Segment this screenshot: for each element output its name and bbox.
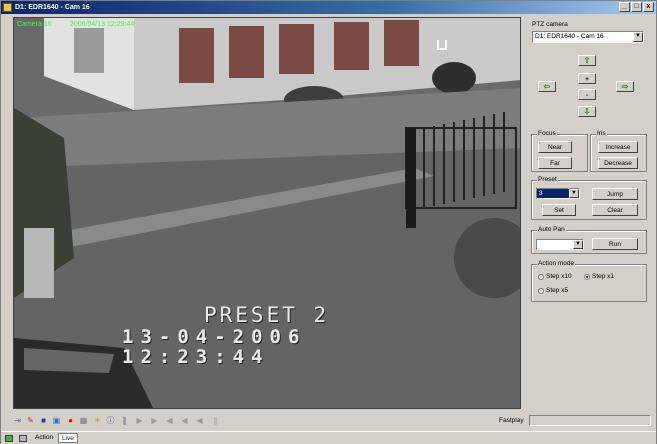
action-mode-group: Action mode xyxy=(531,260,647,302)
app-icon xyxy=(3,3,12,12)
radio-dot-icon xyxy=(584,273,590,280)
minimize-button[interactable]: _ xyxy=(619,2,630,12)
ptz-panel: PTZ camera D1: EDR1640 - Cam 16 ▼ ⇧ ⇦ + … xyxy=(528,17,652,409)
focus-far-button[interactable]: Far xyxy=(538,157,572,169)
close-button[interactable]: x xyxy=(643,2,654,12)
pause-icon[interactable]: ❚ xyxy=(120,416,129,425)
rewind-icon[interactable]: ◀ xyxy=(165,416,174,425)
fastplay-slider[interactable] xyxy=(529,415,651,426)
osd-preset-text: PRESET 2 xyxy=(204,303,330,327)
osd-date-text: 13-04-2006 xyxy=(122,326,307,348)
export-icon[interactable]: ⇥ xyxy=(13,416,22,425)
playback-pause-icon[interactable]: ∥ xyxy=(211,416,220,425)
stop-icon[interactable]: ■ xyxy=(39,416,48,425)
step-x5-radio[interactable]: Step x5 xyxy=(538,287,568,294)
fastplay-label: Fastplay xyxy=(499,417,524,424)
save-icon[interactable]: ▣ xyxy=(52,416,61,425)
step-x10-label: Step x10 xyxy=(546,273,572,280)
focus-title: Focus xyxy=(537,130,557,138)
preset-set-button[interactable]: Set xyxy=(542,204,576,216)
maximize-button[interactable]: □ xyxy=(631,2,642,12)
status-light-icon xyxy=(19,435,27,442)
status-light-icon xyxy=(5,435,13,442)
settings-icon[interactable]: ✳ xyxy=(93,416,102,425)
step-back-icon[interactable]: ◀ xyxy=(180,416,189,425)
iris-title: Iris xyxy=(596,130,607,138)
camera-timestamp: 2006/04/13 12:23:44 xyxy=(70,21,135,28)
preset-select[interactable]: 3 ▼ xyxy=(536,188,580,199)
autopan-run-button[interactable]: Run xyxy=(592,238,638,250)
autopan-select[interactable]: ▼ xyxy=(536,239,584,250)
focus-near-button[interactable]: Near xyxy=(538,141,572,153)
pan-left-button[interactable]: ⇦ xyxy=(538,81,556,92)
window-controls: _ □ x xyxy=(619,2,654,12)
step-x1-label: Step x1 xyxy=(592,273,615,280)
status-live-badge[interactable]: Live xyxy=(58,433,78,443)
play-icon[interactable]: ▶ xyxy=(135,416,144,425)
preset-select-value: 3 xyxy=(539,190,543,197)
zoom-in-button[interactable]: + xyxy=(578,73,596,84)
title-bar: D1: EDR1640 - Cam 16 _ □ x xyxy=(1,1,656,14)
ptz-camera-label: PTZ camera xyxy=(532,21,568,28)
app-window: D1: EDR1640 - Cam 16 _ □ x Camera 16 200… xyxy=(0,0,657,444)
radio-dot-icon xyxy=(538,273,544,280)
dropdown-arrow-icon[interactable]: ▼ xyxy=(573,240,583,249)
mouse-cursor-icon xyxy=(437,40,447,50)
playback-toolbar: ⇥ ✎ ■ ▣ ● ▦ ✳ ⓘ ❚ ▶ ▶ ◀ ◀ ◀ ∥ Fastplay xyxy=(13,413,653,429)
step-forward-icon[interactable]: ▶ xyxy=(150,416,159,425)
pen-icon[interactable]: ✎ xyxy=(26,416,35,425)
autopan-title: Auto Pan xyxy=(537,226,566,234)
record-icon[interactable]: ● xyxy=(66,416,75,425)
camera-label: Camera 16 xyxy=(17,21,52,28)
fast-rewind-icon[interactable]: ◀ xyxy=(195,416,204,425)
dropdown-arrow-icon[interactable]: ▼ xyxy=(633,32,643,42)
radio-dot-icon xyxy=(538,287,544,294)
status-action-label: Action xyxy=(35,434,54,441)
zoom-out-button[interactable]: - xyxy=(578,89,596,100)
camera-select[interactable]: D1: EDR1640 - Cam 16 ▼ xyxy=(532,31,644,43)
preset-clear-button[interactable]: Clear xyxy=(592,204,638,216)
dropdown-arrow-icon[interactable]: ▼ xyxy=(569,189,579,198)
preset-title: Preset xyxy=(537,176,558,184)
window-title: D1: EDR1640 - Cam 16 xyxy=(15,4,90,11)
action-mode-title: Action mode xyxy=(537,260,576,268)
preset-jump-button[interactable]: Jump xyxy=(592,188,638,200)
pan-up-button[interactable]: ⇧ xyxy=(578,55,596,66)
camera-select-value: D1: EDR1640 - Cam 16 xyxy=(535,33,604,40)
iris-decrease-button[interactable]: Decrease xyxy=(598,157,638,169)
step-x1-radio[interactable]: Step x1 xyxy=(584,273,614,280)
step-x10-radio[interactable]: Step x10 xyxy=(538,273,572,280)
info-icon[interactable]: ⓘ xyxy=(106,416,115,425)
iris-increase-button[interactable]: Increase xyxy=(598,141,638,153)
camera-video-feed[interactable]: Camera 16 2006/04/13 12:23:44 PRESET 2 1… xyxy=(13,17,521,409)
osd-time-text: 12:23:44 xyxy=(122,346,270,368)
step-x5-label: Step x5 xyxy=(546,287,569,294)
pan-down-button[interactable]: ⇩ xyxy=(578,106,596,117)
pan-right-button[interactable]: ⇨ xyxy=(616,81,634,92)
grid-icon[interactable]: ▦ xyxy=(79,416,88,425)
status-bar: Action Live xyxy=(1,431,656,444)
